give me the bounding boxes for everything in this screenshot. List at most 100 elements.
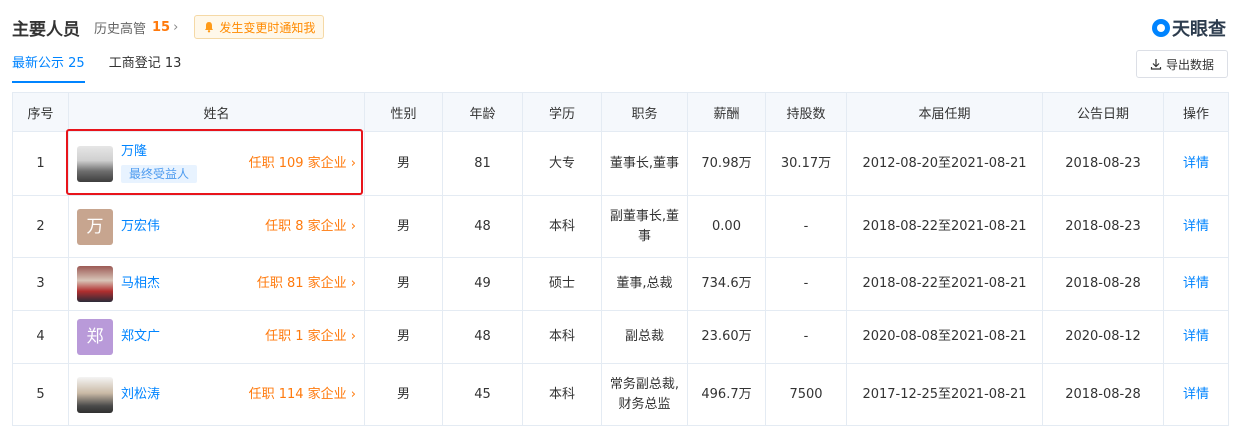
notify-on-change-button[interactable]: 发生变更时通知我 bbox=[194, 15, 325, 39]
person-name-link[interactable]: 郑文广 bbox=[121, 327, 160, 347]
age-cell: 81 bbox=[442, 131, 523, 196]
position-line: 事 bbox=[637, 228, 651, 244]
tab-latest-public[interactable]: 最新公示 25 bbox=[12, 52, 85, 83]
position-line: 财务总监 bbox=[618, 396, 671, 412]
history-label: 历史高管 bbox=[94, 21, 147, 37]
salary-cell: 734.6万 bbox=[687, 257, 766, 311]
date-cell: 2018-08-23 bbox=[1042, 195, 1164, 258]
date-cell: 2020-08-12 bbox=[1042, 310, 1164, 364]
detail-link[interactable]: 详情 bbox=[1183, 219, 1209, 234]
table-row: 5 刘松涛 任职 114 家企业 › 男 45 本科 常务副总裁, 财务总监 49… bbox=[12, 363, 1229, 426]
shares-cell: 30.17万 bbox=[765, 131, 847, 196]
positions-link[interactable]: 任职 1 家企业 › bbox=[265, 327, 356, 347]
person-cell: 万 万宏伟 任职 8 家企业 › bbox=[68, 195, 365, 258]
education-cell: 本科 bbox=[522, 310, 602, 364]
col-name: 姓名 bbox=[68, 92, 365, 132]
avatar[interactable] bbox=[77, 376, 113, 413]
bell-icon bbox=[205, 22, 214, 33]
positions-link[interactable]: 任职 109 家企业 › bbox=[249, 154, 356, 174]
tianyancha-logo[interactable]: 天眼查 bbox=[1152, 15, 1226, 41]
date-cell: 2018-08-28 bbox=[1042, 363, 1164, 426]
salary-cell: 70.98万 bbox=[687, 131, 766, 196]
chevron-right-icon: › bbox=[350, 155, 356, 171]
person-name-link[interactable]: 马相杰 bbox=[121, 274, 160, 294]
tab-bar: 最新公示 25 工商登记 13 bbox=[12, 52, 205, 83]
avatar[interactable] bbox=[77, 266, 113, 302]
position-cell: 副董事长,董事 bbox=[601, 195, 688, 258]
date-cell: 2018-08-28 bbox=[1042, 257, 1164, 311]
col-date: 公告日期 bbox=[1042, 92, 1164, 132]
row-index: 1 bbox=[12, 131, 69, 196]
age-cell: 45 bbox=[442, 363, 523, 426]
detail-link[interactable]: 详情 bbox=[1183, 276, 1209, 291]
section-header: 主要人员 历史高管 15 › 发生变更时通知我 bbox=[12, 14, 325, 40]
education-cell: 本科 bbox=[522, 195, 602, 258]
person-name-link[interactable]: 万隆 bbox=[121, 142, 197, 162]
shares-cell: 7500 bbox=[765, 363, 847, 426]
shares-cell: - bbox=[765, 195, 847, 258]
detail-link[interactable]: 详情 bbox=[1183, 156, 1209, 171]
term-cell: 2018-08-22至2021-08-21 bbox=[846, 257, 1043, 311]
term-cell: 2018-08-22至2021-08-21 bbox=[846, 195, 1043, 258]
table-row: 1 万隆 最终受益人 任职 109 家企业 › 男 81 大专 董事长,董事 7… bbox=[12, 129, 1229, 196]
export-label: 导出数据 bbox=[1165, 57, 1214, 72]
salary-cell: 0.00 bbox=[687, 195, 766, 258]
table-row: 4 郑 郑文广 任职 1 家企业 › 男 48 本科 副总裁 23.60万 - … bbox=[12, 310, 1229, 364]
position-cell: 董事长,董事 bbox=[601, 131, 688, 196]
avatar[interactable] bbox=[77, 145, 113, 182]
age-cell: 48 bbox=[442, 195, 523, 258]
shares-cell: - bbox=[765, 310, 847, 364]
col-position: 职务 bbox=[601, 92, 688, 132]
history-executives-link[interactable]: 历史高管 15 › bbox=[94, 18, 178, 37]
shares-cell: - bbox=[765, 257, 847, 311]
key-personnel-table: 序号 姓名 性别 年龄 学历 职务 薪酬 持股数 本届任期 公告日期 操作 1 … bbox=[12, 92, 1229, 426]
detail-link[interactable]: 详情 bbox=[1183, 329, 1209, 344]
person-name-link[interactable]: 刘松涛 bbox=[121, 385, 160, 405]
positions-text: 任职 109 家企业 bbox=[248, 155, 347, 171]
avatar[interactable]: 郑 bbox=[77, 319, 113, 355]
person-cell: 刘松涛 任职 114 家企业 › bbox=[68, 363, 365, 426]
gender-cell: 男 bbox=[364, 310, 443, 364]
avatar[interactable]: 万 bbox=[77, 208, 113, 245]
term-cell: 2017-12-25至2021-08-21 bbox=[846, 363, 1043, 426]
chevron-right-icon: › bbox=[350, 329, 356, 344]
gender-cell: 男 bbox=[364, 131, 443, 196]
salary-cell: 23.60万 bbox=[687, 310, 766, 364]
col-gender: 性别 bbox=[364, 92, 443, 132]
position-line: 常务副总裁, bbox=[609, 376, 680, 392]
gender-cell: 男 bbox=[364, 195, 443, 258]
detail-link[interactable]: 详情 bbox=[1183, 387, 1209, 402]
positions-text: 任职 1 家企业 bbox=[265, 329, 347, 344]
row-index: 2 bbox=[12, 195, 69, 258]
table-row: 3 马相杰 任职 81 家企业 › 男 49 硕士 董事,总裁 734.6万 -… bbox=[12, 257, 1229, 311]
chevron-right-icon: › bbox=[173, 19, 179, 35]
tab-business-registration[interactable]: 工商登记 13 bbox=[109, 52, 182, 83]
term-cell: 2020-08-08至2021-08-21 bbox=[846, 310, 1043, 364]
positions-link[interactable]: 任职 114 家企业 › bbox=[249, 385, 356, 405]
position-cell: 常务副总裁, 财务总监 bbox=[601, 363, 688, 426]
col-term: 本届任期 bbox=[846, 92, 1043, 132]
term-cell: 2012-08-20至2021-08-21 bbox=[846, 131, 1043, 196]
position-cell: 副总裁 bbox=[601, 310, 688, 364]
date-cell: 2018-08-23 bbox=[1042, 131, 1164, 196]
col-salary: 薪酬 bbox=[687, 92, 766, 132]
col-age: 年龄 bbox=[442, 92, 523, 132]
col-index: 序号 bbox=[12, 92, 69, 132]
education-cell: 大专 bbox=[522, 131, 602, 196]
positions-text: 任职 81 家企业 bbox=[256, 276, 347, 291]
row-index: 5 bbox=[12, 363, 69, 426]
table-row: 2 万 万宏伟 任职 8 家企业 › 男 48 本科 副董事长,董事 0.00 … bbox=[12, 195, 1229, 258]
person-cell: 马相杰 任职 81 家企业 › bbox=[68, 257, 365, 311]
salary-cell: 496.7万 bbox=[687, 363, 766, 426]
row-index: 3 bbox=[12, 257, 69, 311]
positions-link[interactable]: 任职 8 家企业 › bbox=[265, 217, 356, 237]
position-line: 副董事长,董 bbox=[609, 208, 680, 224]
gender-cell: 男 bbox=[364, 363, 443, 426]
positions-link[interactable]: 任职 81 家企业 › bbox=[257, 274, 356, 294]
age-cell: 49 bbox=[442, 257, 523, 311]
positions-text: 任职 8 家企业 bbox=[265, 218, 347, 234]
person-cell: 郑 郑文广 任职 1 家企业 › bbox=[68, 310, 365, 364]
person-name-link[interactable]: 万宏伟 bbox=[121, 217, 160, 237]
col-education: 学历 bbox=[522, 92, 602, 132]
export-data-button[interactable]: 导出数据 bbox=[1136, 50, 1228, 78]
